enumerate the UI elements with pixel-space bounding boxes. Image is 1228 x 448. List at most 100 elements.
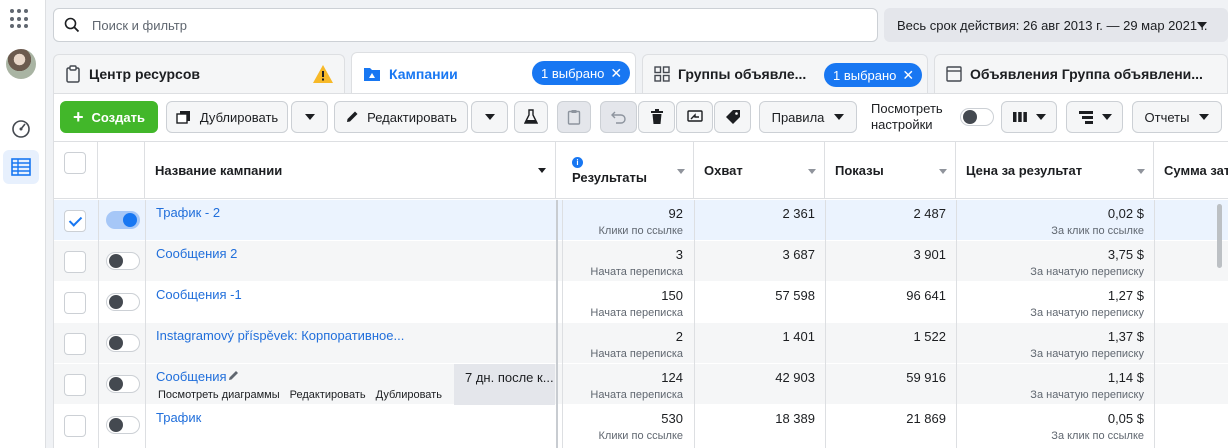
campaign-name-link[interactable]: Трафик - 2 — [156, 205, 220, 220]
vertical-scrollbar[interactable] — [1217, 204, 1222, 268]
table-row[interactable]: Instagramový příspěvek: Корпоративное...… — [54, 323, 1228, 364]
campaign-toggle[interactable] — [106, 252, 140, 270]
tab-label: Объявления Группа объявлени... — [970, 66, 1203, 82]
results-value: 3 — [675, 247, 683, 262]
view-settings-line1: Посмотреть — [871, 101, 943, 116]
header-toggle — [98, 142, 145, 199]
date-range-picker[interactable]: Весь срок действия: 26 авг 2013 г. — 29 … — [884, 8, 1228, 42]
header-results[interactable]: i Результаты — [562, 142, 694, 199]
campaign-name-link[interactable]: Сообщения — [156, 369, 227, 384]
selected-badge[interactable]: 1 выбрано ✕ — [824, 63, 923, 87]
row-checkbox[interactable] — [64, 210, 86, 232]
dashboard-gauge-icon[interactable] — [3, 111, 39, 145]
impressions-value: 2 487 — [913, 206, 946, 221]
info-icon[interactable]: i — [572, 157, 583, 168]
duplicate-icon — [176, 111, 190, 124]
edit-button[interactable]: Редактировать — [334, 101, 468, 133]
campaign-name-link[interactable]: Сообщения 2 — [156, 246, 237, 261]
tab-ad-sets[interactable]: Группы объявле... 1 выбрано ✕ — [642, 54, 928, 93]
row-action-link[interactable]: Посмотреть диаграммы — [158, 389, 280, 401]
header-cost-per-result[interactable]: Цена за результат — [956, 142, 1154, 199]
create-button[interactable]: + Создать — [60, 101, 158, 133]
close-icon[interactable]: ✕ — [610, 65, 622, 82]
paste-button[interactable] — [557, 101, 591, 133]
campaign-toggle[interactable] — [106, 293, 140, 311]
row-checkbox[interactable] — [64, 374, 86, 396]
row-checkbox[interactable] — [64, 251, 86, 273]
row-checkbox[interactable] — [64, 333, 86, 355]
tab-resource-center[interactable]: Центр ресурсов — [53, 54, 345, 93]
column-cost-label: Цена за результат — [966, 162, 1083, 178]
duplicate-button[interactable]: Дублировать — [166, 101, 288, 133]
view-settings-toggle[interactable] — [960, 108, 994, 126]
select-all-checkbox[interactable] — [64, 152, 86, 174]
sort-icon[interactable] — [677, 169, 685, 174]
undo-button[interactable] — [600, 101, 637, 133]
row-action-link[interactable]: Дублировать — [376, 389, 442, 401]
edit-dropdown-button[interactable] — [471, 101, 508, 133]
toolbar: + Создать Дублировать Редактировать Прав… — [54, 94, 1228, 140]
campaign-toggle[interactable] — [106, 211, 140, 229]
search-input[interactable] — [92, 17, 792, 33]
header-reach[interactable]: Охват — [694, 142, 825, 199]
columns-icon — [1013, 112, 1027, 122]
row-action-link[interactable]: Редактировать — [290, 389, 366, 401]
search-filter-box[interactable] — [53, 8, 878, 42]
campaign-name-link[interactable]: Сообщения -1 — [156, 287, 242, 302]
results-value: 92 — [668, 206, 683, 221]
sort-icon[interactable] — [939, 169, 947, 174]
preview-button[interactable] — [676, 101, 713, 133]
selected-badge[interactable]: 1 выбрано ✕ — [532, 61, 631, 85]
row-checkbox[interactable] — [64, 292, 86, 314]
tab-campaigns[interactable]: Кампании 1 выбрано ✕ — [351, 52, 636, 94]
clipboard-icon — [65, 65, 81, 83]
reach-value: 42 903 — [775, 370, 815, 385]
ads-manager-table-icon[interactable] — [3, 150, 39, 184]
rules-button[interactable]: Правила — [759, 101, 857, 133]
chevron-down-icon — [304, 114, 315, 120]
campaigns-panel: + Создать Дублировать Редактировать Прав… — [53, 93, 1228, 448]
table-row[interactable]: Трафик 530 Клики по ссылке 18 389 21 869 0,05… — [54, 405, 1228, 446]
campaign-toggle[interactable] — [106, 416, 140, 434]
table-row[interactable]: Трафик - 2 92 Клики по ссылке 2 361 2 487 0,0… — [54, 200, 1228, 241]
column-name-label: Название кампании — [155, 162, 283, 178]
sort-icon[interactable] — [808, 169, 816, 174]
breakdown-icon — [1078, 111, 1093, 124]
campaign-toggle[interactable] — [106, 375, 140, 393]
column-results-label: Результаты — [572, 170, 647, 185]
campaign-toggle[interactable] — [106, 334, 140, 352]
avatar[interactable] — [6, 49, 36, 79]
table-row[interactable]: Сообщения Посмотреть диаграммы Редактирова… — [54, 364, 1228, 405]
sort-icon[interactable] — [1137, 169, 1145, 174]
rules-label: Правила — [771, 109, 825, 125]
reach-value: 18 389 — [775, 411, 815, 426]
reports-button[interactable]: Отчеты — [1132, 101, 1222, 133]
campaign-name-link[interactable]: Трафик — [156, 410, 201, 425]
pencil-icon[interactable] — [228, 369, 240, 384]
campaign-name-link[interactable]: Instagramový příspěvek: Корпоративное... — [156, 328, 404, 343]
cost-value: 1,14 $ — [1107, 370, 1144, 385]
table-row[interactable]: Сообщения -1 150 Начата переписка 57 598 96 … — [54, 282, 1228, 323]
delete-button[interactable] — [638, 101, 675, 133]
tags-button[interactable] — [714, 101, 751, 133]
columns-button[interactable] — [1001, 101, 1057, 133]
duplicate-dropdown-button[interactable] — [291, 101, 328, 133]
apps-grid-icon[interactable] — [10, 9, 30, 29]
breakdown-button[interactable] — [1066, 101, 1123, 133]
results-type: Начата переписка — [590, 389, 683, 401]
row-checkbox[interactable] — [64, 415, 86, 437]
folder-icon — [363, 66, 381, 82]
close-icon[interactable]: ✕ — [902, 67, 914, 84]
results-type: Начата переписка — [590, 307, 683, 319]
header-amount-spent[interactable]: Сумма зат — [1154, 142, 1228, 199]
header-campaign-name[interactable]: Название кампании — [145, 142, 556, 199]
tab-ads[interactable]: Объявления Группа объявлени... — [934, 54, 1228, 93]
badge-label: 1 выбрано — [833, 67, 897, 83]
ab-test-button[interactable] — [514, 101, 548, 133]
header-impressions[interactable]: Показы — [825, 142, 956, 199]
results-type: Начата переписка — [590, 266, 683, 278]
tab-label: Центр ресурсов — [89, 66, 200, 82]
reach-value: 57 598 — [775, 288, 815, 303]
results-type: Клики по ссылке — [598, 430, 684, 442]
table-row[interactable]: Сообщения 2 3 Начата переписка 3 687 3 901 3,… — [54, 241, 1228, 282]
